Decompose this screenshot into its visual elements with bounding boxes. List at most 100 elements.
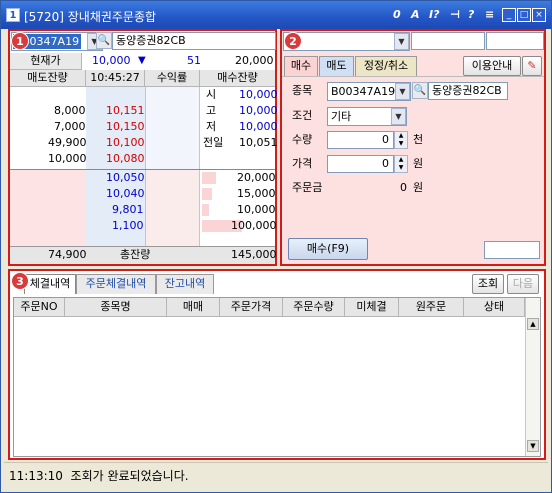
quantity-label: 수량 bbox=[292, 133, 313, 146]
buy-submit-button[interactable]: 매수(F9) bbox=[288, 238, 368, 260]
tab-buy[interactable]: 매수 bbox=[284, 56, 318, 76]
price-label: 현재가 bbox=[10, 53, 82, 70]
sell-qty: 10,000 bbox=[48, 152, 87, 165]
buy-empty-area bbox=[10, 170, 86, 246]
toolbar-pin-icon[interactable]: ⊣ bbox=[450, 8, 460, 21]
password-field[interactable] bbox=[486, 32, 544, 50]
app-icon: 1 bbox=[6, 8, 20, 22]
col-order-qty: 주문수량 bbox=[283, 298, 345, 317]
quantity-stepper[interactable]: ▲ ▼ bbox=[394, 131, 408, 149]
sell-price[interactable]: 10,150 bbox=[106, 119, 145, 135]
toolbar-o-icon[interactable]: 0 bbox=[393, 8, 401, 21]
buy-price[interactable]: 1,100 bbox=[112, 218, 144, 234]
close-button[interactable]: × bbox=[532, 8, 546, 22]
buy-price[interactable]: 10,040 bbox=[106, 186, 145, 202]
sell-yield-column bbox=[145, 87, 200, 169]
title-bar: 1 [5720] 장내채권주문종합 0 A I? ⊣ ? ≡ _ □ × bbox=[1, 1, 551, 29]
tab-divider bbox=[282, 76, 544, 77]
col-order-price: 주문가격 bbox=[220, 298, 283, 317]
eraser-icon[interactable]: ✎ bbox=[522, 56, 542, 76]
toolbar-link-icon[interactable]: I? bbox=[429, 8, 439, 21]
guide-button[interactable]: 이용안내 bbox=[463, 56, 521, 76]
info-label-high: 고 bbox=[206, 104, 217, 117]
sell-qty: 7,000 bbox=[54, 120, 86, 133]
scroll-down-icon[interactable]: ▼ bbox=[527, 440, 539, 452]
sell-price[interactable]: 10,080 bbox=[106, 151, 145, 167]
stock-name-field: 동양증권82CB bbox=[112, 32, 276, 50]
amount-value: 0 bbox=[400, 181, 407, 194]
info-low: 10,000 bbox=[239, 120, 278, 133]
minimize-button[interactable]: _ bbox=[502, 8, 516, 22]
maximize-button[interactable]: □ bbox=[517, 8, 531, 22]
menu-list-icon[interactable]: ≡ bbox=[485, 8, 494, 21]
quantity-input[interactable]: 0 bbox=[327, 131, 394, 149]
section-badge-1: 1 bbox=[11, 32, 29, 50]
total-label: 총잔량 bbox=[120, 248, 151, 261]
buy-price[interactable]: 10,050 bbox=[106, 170, 145, 186]
sell-price[interactable]: 10,100 bbox=[106, 135, 145, 151]
window-title: [5720] 장내채권주문종합 bbox=[24, 8, 156, 25]
tab-sell[interactable]: 매도 bbox=[319, 56, 354, 76]
trade-volume: 20,000 bbox=[235, 54, 274, 67]
scroll-up-icon[interactable]: ▲ bbox=[527, 318, 539, 330]
buy-qty-bar bbox=[202, 172, 216, 184]
tab-executions[interactable]: 체결내역 bbox=[24, 274, 76, 294]
sell-qty: 8,000 bbox=[54, 104, 86, 117]
quote-panel: B00347A19 ▼ 🔍 동양증권82CB 현재가 10,000 ▼ 51 2… bbox=[8, 29, 278, 266]
info-label-open: 시 bbox=[206, 88, 217, 101]
order-name-field: 동양증권82CB bbox=[428, 82, 508, 100]
code-label: 종목 bbox=[292, 84, 313, 97]
buy-yield-column bbox=[145, 170, 200, 246]
buy-qty: 10,000 bbox=[237, 203, 276, 216]
buy-qty-bar bbox=[202, 188, 212, 200]
next-button[interactable]: 다음 bbox=[507, 274, 539, 294]
account-name-field bbox=[411, 32, 485, 50]
col-side: 매매 bbox=[167, 298, 220, 317]
tab-balance[interactable]: 잔고내역 bbox=[156, 274, 214, 294]
toolbar-a-icon[interactable]: A bbox=[411, 8, 420, 21]
status-bar: 11:13:10 조회가 완료되었습니다. bbox=[4, 462, 548, 488]
price-input[interactable]: 0 bbox=[327, 155, 394, 173]
sell-qty: 49,900 bbox=[48, 136, 87, 149]
main-window: 1 [5720] 장내채권주문종합 0 A I? ⊣ ? ≡ _ □ × B00… bbox=[0, 0, 552, 493]
yield-header: 수익률 bbox=[145, 70, 200, 87]
status-time: 11:13:10 bbox=[9, 469, 63, 483]
amount-unit: 원 bbox=[413, 181, 424, 194]
sell-price[interactable]: 10,151 bbox=[106, 103, 145, 119]
search-icon[interactable]: 🔍 bbox=[412, 82, 428, 99]
chevron-down-icon[interactable]: ▼ bbox=[394, 33, 409, 50]
info-label-prev: 전일 bbox=[203, 136, 224, 149]
buy-qty-bar bbox=[202, 204, 209, 216]
help-icon[interactable]: ? bbox=[468, 8, 474, 21]
condition-select[interactable]: 기타 ▼ bbox=[327, 107, 407, 126]
info-prev: 10,051 bbox=[239, 136, 278, 149]
vertical-scrollbar[interactable]: ▲ ▼ bbox=[525, 298, 540, 456]
buy-qty: 20,000 bbox=[237, 171, 276, 184]
amount-label: 주문금 bbox=[292, 181, 323, 194]
col-unfilled: 미체결 bbox=[345, 298, 399, 317]
buy-price[interactable]: 9,801 bbox=[112, 202, 144, 218]
current-price: 10,000 bbox=[92, 54, 131, 67]
memo-field[interactable] bbox=[484, 241, 540, 259]
search-icon[interactable]: 🔍 bbox=[96, 32, 112, 49]
down-arrow-icon: ▼ bbox=[138, 55, 146, 66]
col-status: 상태 bbox=[464, 298, 525, 317]
execution-panel: 체결내역 주문체결내역 잔고내역 조회 다음 주문NO 종목명 매매 주문가격 … bbox=[8, 269, 546, 460]
chevron-down-icon[interactable]: ▼ bbox=[395, 83, 410, 100]
condition-label: 조건 bbox=[292, 109, 313, 122]
tab-modify-cancel[interactable]: 정정/취소 bbox=[355, 56, 417, 76]
price-label: 가격 bbox=[292, 157, 313, 170]
chevron-down-icon[interactable]: ▼ bbox=[391, 108, 406, 125]
account-combo[interactable]: ▼ bbox=[283, 32, 410, 51]
query-button[interactable]: 조회 bbox=[472, 274, 504, 294]
col-stock-name: 종목명 bbox=[65, 298, 167, 317]
col-order-no: 주문NO bbox=[14, 298, 65, 317]
price-stepper[interactable]: ▲ ▼ bbox=[394, 155, 408, 173]
info-open: 10,000 bbox=[239, 88, 278, 101]
tab-order-executions[interactable]: 주문체결내역 bbox=[76, 274, 156, 294]
time-header: 10:45:27 bbox=[86, 70, 145, 87]
sell-qty-header: 매도잔량 bbox=[10, 70, 86, 87]
screen-title: 장내채권주문종합 bbox=[67, 10, 157, 24]
order-code-combo[interactable]: B00347A19 ▼ bbox=[327, 82, 411, 101]
total-buy: 145,000 bbox=[231, 248, 277, 261]
